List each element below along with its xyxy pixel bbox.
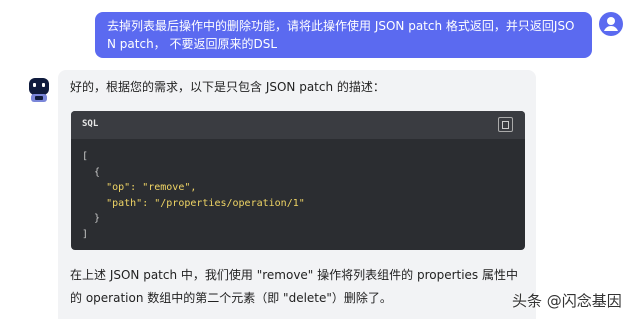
code-line: "path": "/properties/operation/1" [82, 197, 305, 209]
code-line: } [82, 213, 101, 225]
code-line: "op": "remove", [82, 182, 197, 194]
code-language-label: SQL [82, 119, 99, 129]
bot-intro-text: 好的，根据您的需求，以下是只包含 JSON patch 的描述： [70, 80, 385, 94]
user-message-text: 去掉列表最后操作中的删除功能，请将此操作使用 JSON patch 格式返回，并… [107, 19, 575, 51]
copy-code-button[interactable] [498, 117, 513, 132]
copy-icon [502, 120, 509, 129]
code-line: { [82, 166, 101, 178]
code-body: [ { "op": "remove", "path": "/properties… [71, 139, 525, 250]
user-message-bubble: 去掉列表最后操作中的删除功能，请将此操作使用 JSON patch 格式返回，并… [95, 12, 592, 58]
code-block: SQL [ { "op": "remove", "path": "/proper… [71, 111, 525, 250]
user-avatar [599, 12, 623, 36]
bot-avatar [26, 73, 52, 105]
code-line: [ [82, 151, 89, 162]
code-header: SQL [71, 111, 525, 139]
code-line: ] [82, 228, 89, 240]
watermark: 头条 @闪念基因 [512, 292, 622, 310]
bot-explanation-text: 在上述 JSON patch 中，我们使用 "remove" 操作将列表组件的 … [70, 268, 519, 305]
